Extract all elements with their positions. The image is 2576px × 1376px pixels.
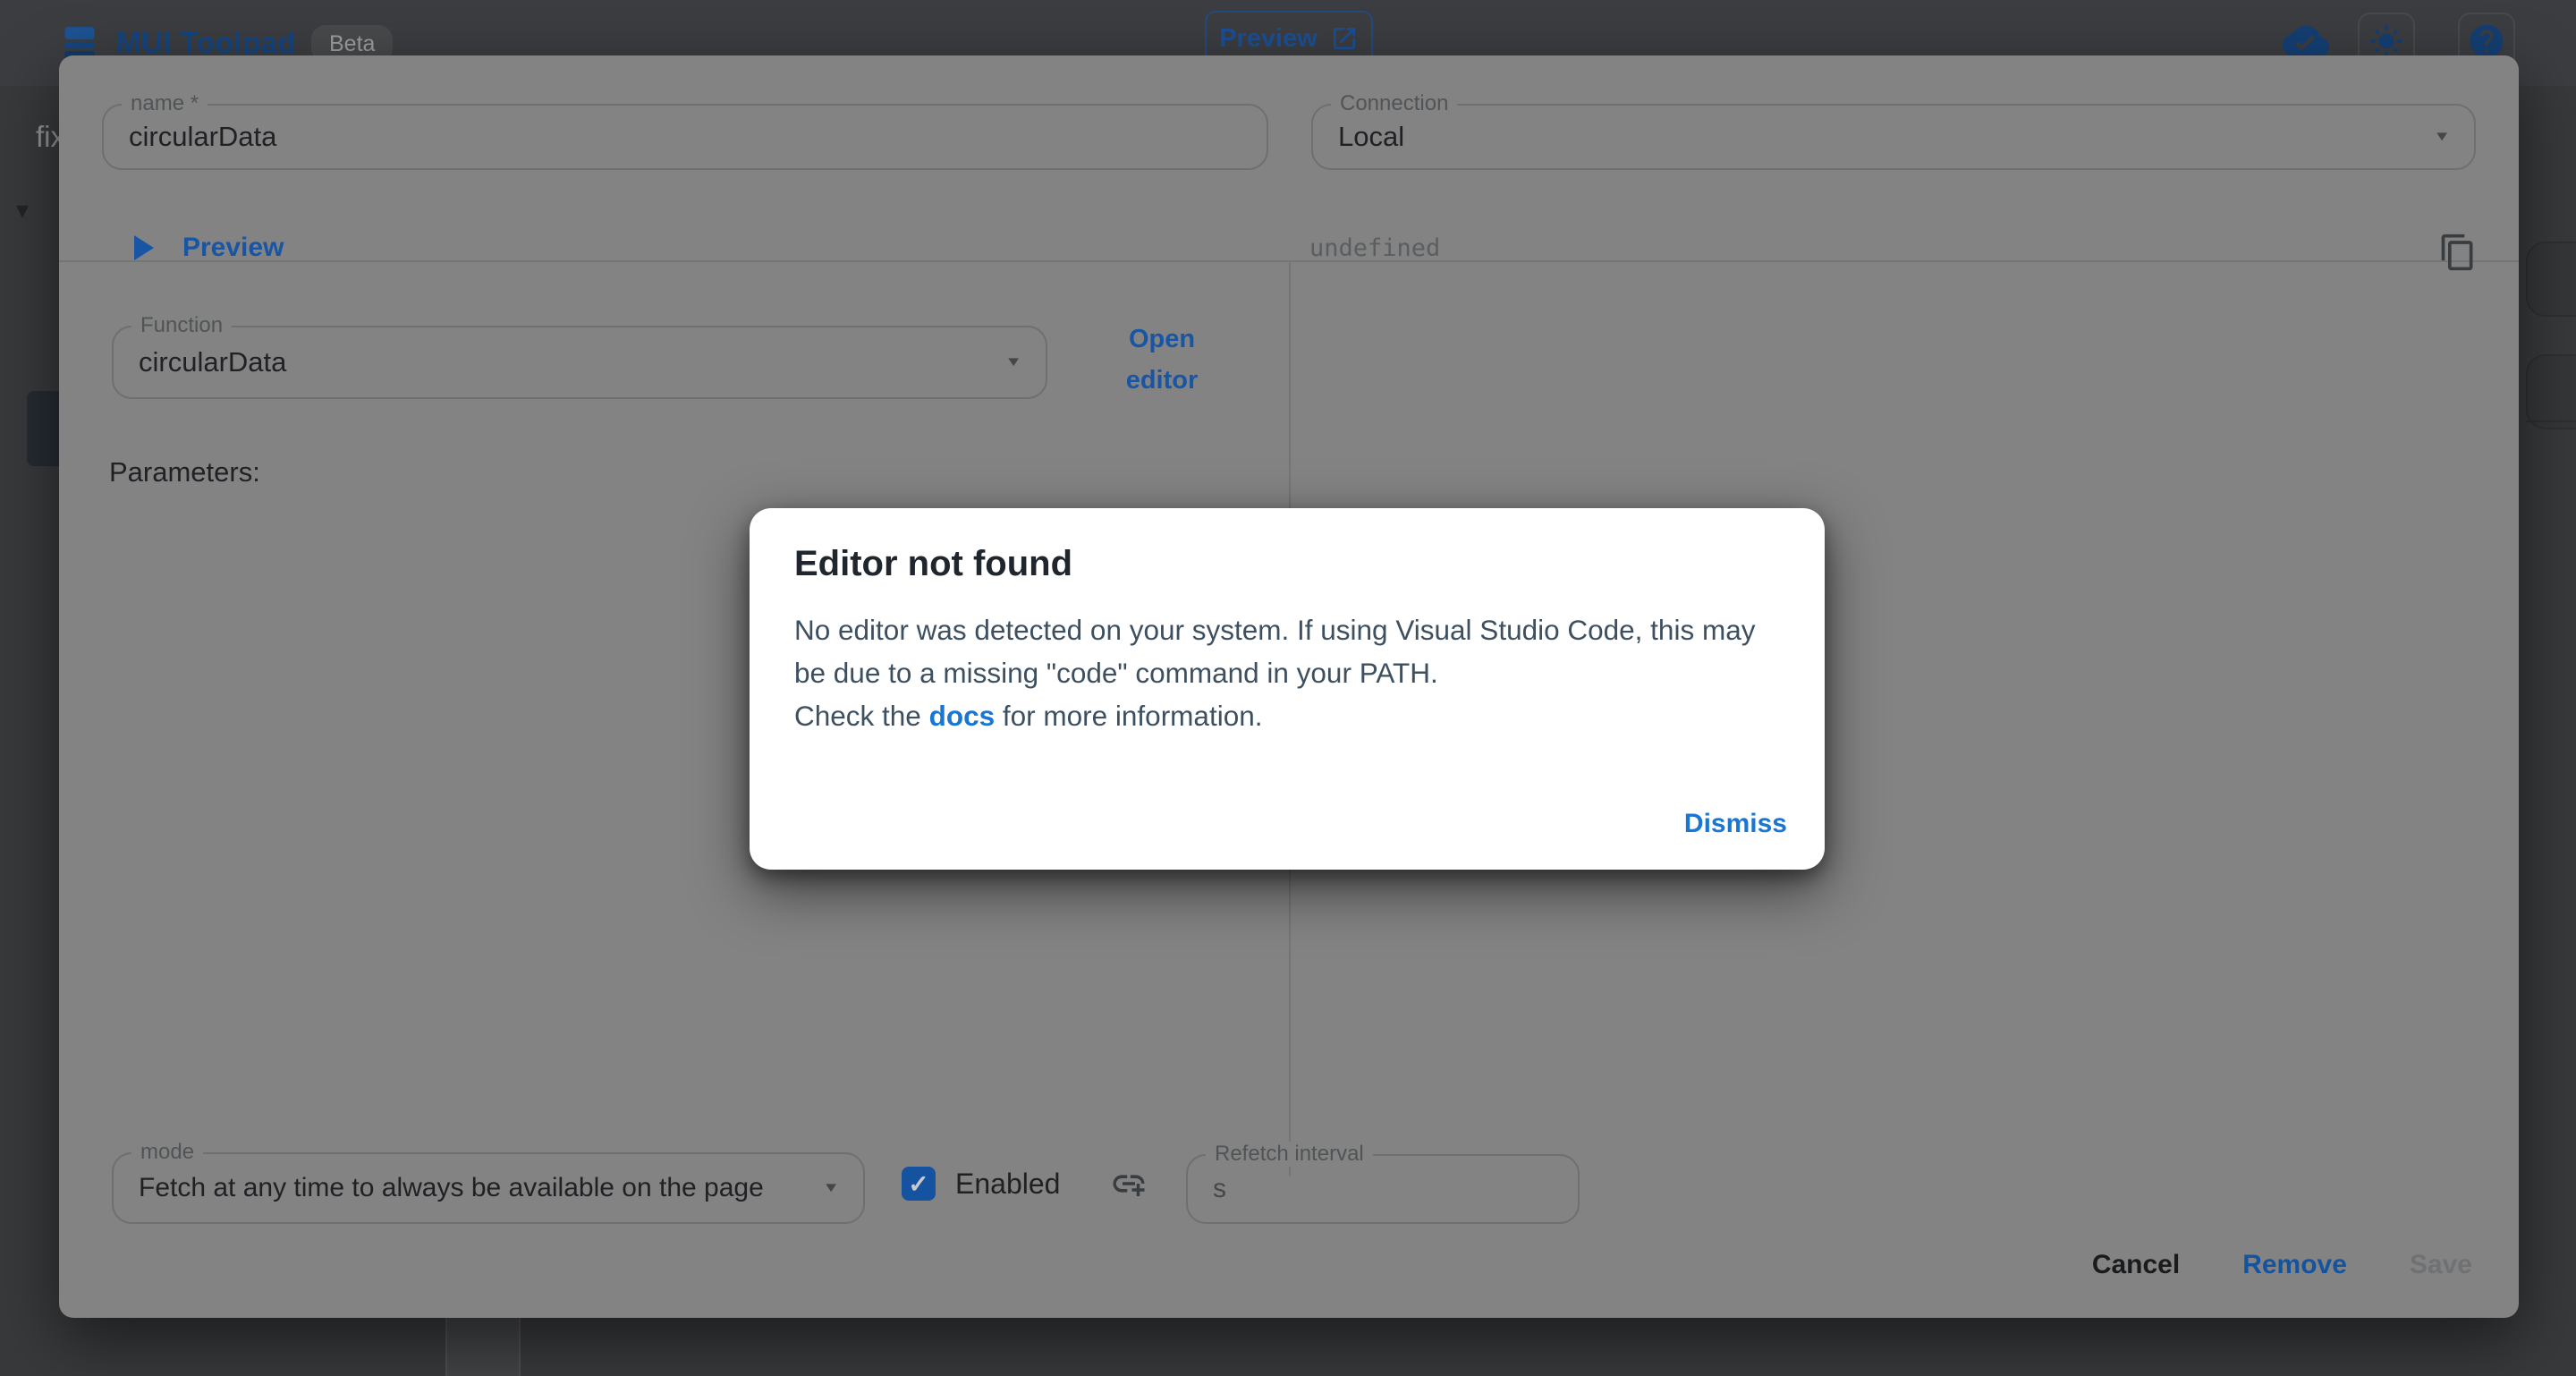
copy-result-button[interactable]: [2433, 227, 2483, 277]
underlying-field-outline: [2526, 354, 2576, 429]
enabled-checkbox-label: Enabled: [955, 1168, 1060, 1201]
refetch-interval-label: Refetch interval: [1206, 1142, 1373, 1167]
play-icon: [134, 235, 154, 260]
connection-select-value: Local: [1338, 121, 1404, 153]
underlying-field-outline: [2526, 242, 2576, 317]
function-select-value: circularData: [139, 346, 286, 378]
dialog-body-text: No editor was detected on your system. I…: [794, 614, 1755, 689]
bind-link-button[interactable]: [1110, 1165, 1148, 1202]
chevron-down-icon[interactable]: ▾: [16, 195, 29, 225]
name-field-value: circularData: [129, 121, 276, 153]
dialog-body: No editor was detected on your system. I…: [794, 608, 1760, 737]
mode-select[interactable]: mode Fetch at any time to always be avai…: [112, 1152, 865, 1224]
connection-select-label: Connection: [1331, 91, 1457, 116]
light-mode-icon: [2368, 23, 2404, 59]
enabled-checkbox[interactable]: ✓: [902, 1167, 936, 1201]
dismiss-button[interactable]: Dismiss: [1668, 798, 1803, 850]
refetch-interval-field[interactable]: Refetch interval s: [1186, 1154, 1580, 1224]
result-preview-text: undefined: [1309, 234, 1440, 262]
enabled-control: ✓ Enabled: [902, 1165, 1148, 1202]
connection-select[interactable]: Connection Local ▼: [1311, 104, 2476, 170]
remove-button[interactable]: Remove: [2223, 1237, 2367, 1293]
preview-expander-label: Preview: [182, 233, 284, 263]
preview-app-button-label: Preview: [1219, 24, 1318, 54]
mode-select-value: Fetch at any time to always be available…: [139, 1173, 764, 1203]
dropdown-arrow-icon: ▼: [822, 1180, 840, 1195]
docs-link[interactable]: docs: [929, 700, 996, 732]
underlying-divider: [2526, 420, 2576, 422]
function-select-label: Function: [131, 313, 232, 338]
add-link-icon: [1110, 1165, 1148, 1202]
parameters-label: Parameters:: [109, 456, 260, 488]
name-field[interactable]: name * circularData: [102, 104, 1268, 170]
name-field-label: name *: [122, 91, 208, 116]
dialog-actions: Cancel Remove Save: [2072, 1237, 2492, 1293]
preview-expander[interactable]: Preview: [134, 233, 284, 263]
dialog-body-check-suffix: for more information.: [995, 700, 1262, 732]
dialog-body-check-prefix: Check the: [794, 700, 929, 732]
function-select[interactable]: Function circularData ▼: [112, 326, 1047, 399]
dialog-title: Editor not found: [794, 544, 1072, 584]
editor-not-found-dialog: Editor not found No editor was detected …: [750, 508, 1825, 870]
cancel-button[interactable]: Cancel: [2072, 1237, 2199, 1293]
refetch-interval-adornment: s: [1213, 1174, 1226, 1204]
open-editor-link[interactable]: Open editor: [1104, 319, 1220, 401]
save-button[interactable]: Save: [2390, 1237, 2492, 1293]
copy-icon: [2438, 233, 2478, 272]
dropdown-arrow-icon: ▼: [2433, 129, 2451, 144]
dropdown-arrow-icon: ▼: [1004, 354, 1022, 369]
open-in-new-icon: [1330, 24, 1359, 53]
mode-select-label: mode: [131, 1140, 203, 1165]
